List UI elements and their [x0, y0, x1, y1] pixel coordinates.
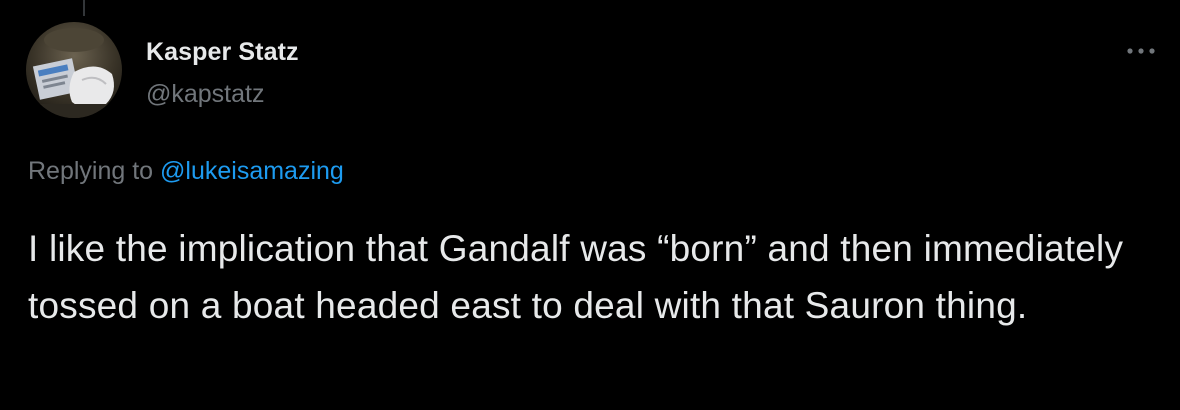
replying-to: Replying to @lukeisamazing	[28, 157, 344, 186]
author-display-name[interactable]: Kasper Statz	[146, 38, 299, 67]
ellipsis-icon	[1127, 48, 1155, 54]
reply-mention-link[interactable]: @lukeisamazing	[160, 157, 344, 185]
replying-to-label: Replying to	[28, 157, 154, 185]
author-handle[interactable]: @kapstatz	[146, 80, 264, 109]
avatar-photo-icon	[26, 22, 122, 118]
avatar[interactable]	[26, 22, 122, 118]
tweet-text: I like the implication that Gandalf was …	[28, 228, 1124, 326]
thread-connector-line	[83, 0, 85, 16]
more-options-button[interactable]	[1124, 36, 1158, 66]
